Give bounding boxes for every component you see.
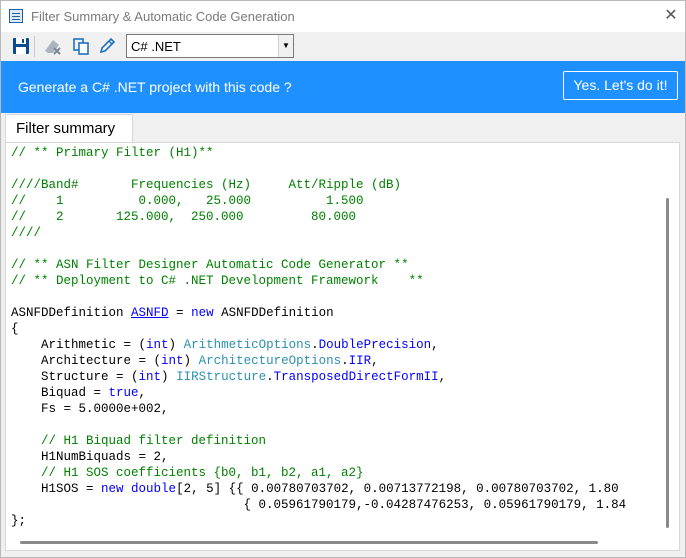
code-token: = — [168, 306, 192, 320]
code-token: TransposedDirectFormII — [273, 370, 439, 384]
code-token: IIR — [348, 354, 372, 368]
code-token: int — [146, 338, 169, 352]
code-token: DoublePrecision — [318, 338, 432, 352]
code-line: { 0.05961790179,-0.04287476253, 0.059617… — [11, 497, 627, 513]
save-icon[interactable] — [11, 36, 31, 56]
code-token: IIRStructure — [176, 370, 267, 384]
code-line: Architecture = (int) ArchitectureOptions… — [11, 353, 379, 369]
code-token: , — [371, 354, 379, 368]
code-line: { — [11, 321, 19, 337]
code-line: // 2 125.000, 250.000 80.000 — [11, 209, 356, 225]
code-line: // 1 0.000, 25.000 1.500 — [11, 193, 364, 209]
window-title: Filter Summary & Automatic Code Generati… — [31, 9, 295, 24]
code-token: . — [266, 370, 274, 384]
code-token[interactable]: ASNFD — [131, 306, 169, 320]
code-token: }; — [11, 514, 27, 528]
code-token: // 2 125.000, 250.000 80.000 — [11, 210, 357, 224]
chevron-down-icon[interactable]: ▼ — [278, 35, 293, 57]
code-line: ASNFDDefinition ASNFD = new ASNFDDefinit… — [11, 305, 334, 321]
code-line: // H1 Biquad filter definition — [11, 433, 266, 449]
code-token: new — [101, 482, 124, 496]
code-token: // H1 Biquad filter definition — [11, 434, 267, 448]
tab-filter-summary[interactable]: Filter summary — [5, 114, 133, 143]
code-line: Structure = (int) IIRStructure.Transpose… — [11, 369, 446, 385]
code-token: // ** Primary Filter (H1)** — [11, 146, 214, 160]
code-token: Biquad = — [11, 386, 109, 400]
toolbar-separator — [34, 36, 35, 57]
code-token: H1NumBiquads = 2, — [11, 450, 169, 464]
code-token: ASNFDDefinition — [11, 306, 132, 320]
toolbar: C# .NET ▼ — [1, 32, 685, 61]
code-token: , — [438, 370, 447, 384]
edit-icon[interactable] — [97, 36, 117, 56]
code-token: Arithmetic = ( — [11, 338, 147, 352]
generate-project-banner: Generate a C# .NET project with this cod… — [1, 61, 685, 113]
code-token: double — [131, 482, 177, 496]
code-token: true — [108, 386, 139, 400]
code-line: Fs = 5.0000e+002, — [11, 401, 169, 417]
code-line: H1NumBiquads = 2, — [11, 449, 169, 465]
code-token: // H1 SOS coefficients {b0, b1, b2, a1, … — [11, 466, 364, 480]
title-bar: Filter Summary & Automatic Code Generati… — [1, 1, 685, 32]
code-token: Fs = 5.0000e+002, — [11, 402, 169, 416]
code-token: // ** ASN Filter Designer Automatic Code… — [11, 258, 409, 272]
code-token: ASNFDDefinition — [213, 306, 334, 320]
code-token: . — [341, 354, 349, 368]
code-line: Biquad = true, — [11, 385, 146, 401]
code-token: ) — [168, 338, 184, 352]
code-token: ) — [183, 354, 199, 368]
tab-label: Filter summary — [16, 120, 116, 137]
copy-icon[interactable] — [71, 36, 91, 56]
code-token: H1SOS = — [11, 482, 102, 496]
code-line: H1SOS = new double[2, 5] {{ 0.0078070370… — [11, 481, 619, 497]
clear-icon[interactable] — [42, 36, 62, 56]
code-token: ////Band# Frequencies (Hz) Att/Ripple (d… — [11, 178, 402, 192]
filter-app-icon — [9, 9, 23, 23]
code-token: new — [191, 306, 214, 320]
code-token: [2, 5] {{ 0.00780703702, 0.00713772198, … — [176, 482, 619, 496]
code-line: //// — [11, 225, 41, 241]
code-token: . — [311, 338, 319, 352]
generate-project-button[interactable]: Yes. Let's do it! — [563, 71, 678, 100]
code-line: Arithmetic = (int) ArithmeticOptions.Dou… — [11, 337, 439, 353]
horizontal-scrollbar-thumb[interactable] — [20, 541, 598, 544]
code-token: int — [138, 370, 162, 384]
code-line: // ** Deployment to C# .NET Development … — [11, 273, 424, 289]
banner-message: Generate a C# .NET project with this cod… — [18, 79, 292, 95]
language-select-value: C# .NET — [131, 39, 181, 54]
code-line: // H1 SOS coefficients {b0, b1, b2, a1, … — [11, 465, 364, 481]
close-icon[interactable]: ✕ — [661, 6, 681, 26]
code-line: // ** ASN Filter Designer Automatic Code… — [11, 257, 409, 273]
code-token: { — [11, 322, 19, 336]
code-token: ) — [161, 370, 177, 384]
language-select[interactable]: C# .NET ▼ — [126, 34, 294, 58]
vertical-scrollbar-thumb[interactable] — [666, 198, 669, 528]
code-token: // ** Deployment to C# .NET Development … — [11, 274, 424, 288]
code-editor[interactable]: // ** Primary Filter (H1)** ////Band# Fre… — [11, 145, 659, 535]
code-token: { 0.05961790179,-0.04287476253, 0.059617… — [11, 498, 627, 512]
code-line: }; — [11, 513, 26, 529]
code-token: , — [138, 386, 147, 400]
code-line: ////Band# Frequencies (Hz) Att/Ripple (d… — [11, 177, 401, 193]
code-token: ArchitectureOptions — [198, 354, 342, 368]
code-token: int — [161, 354, 184, 368]
code-line: // ** Primary Filter (H1)** — [11, 145, 214, 161]
code-token: Structure = ( — [11, 370, 139, 384]
code-token: //// — [11, 226, 42, 240]
code-token: , — [431, 338, 439, 352]
code-token: // 1 0.000, 25.000 1.500 — [11, 194, 364, 208]
code-token: ArithmeticOptions — [183, 338, 312, 352]
code-token: Architecture = ( — [11, 354, 162, 368]
